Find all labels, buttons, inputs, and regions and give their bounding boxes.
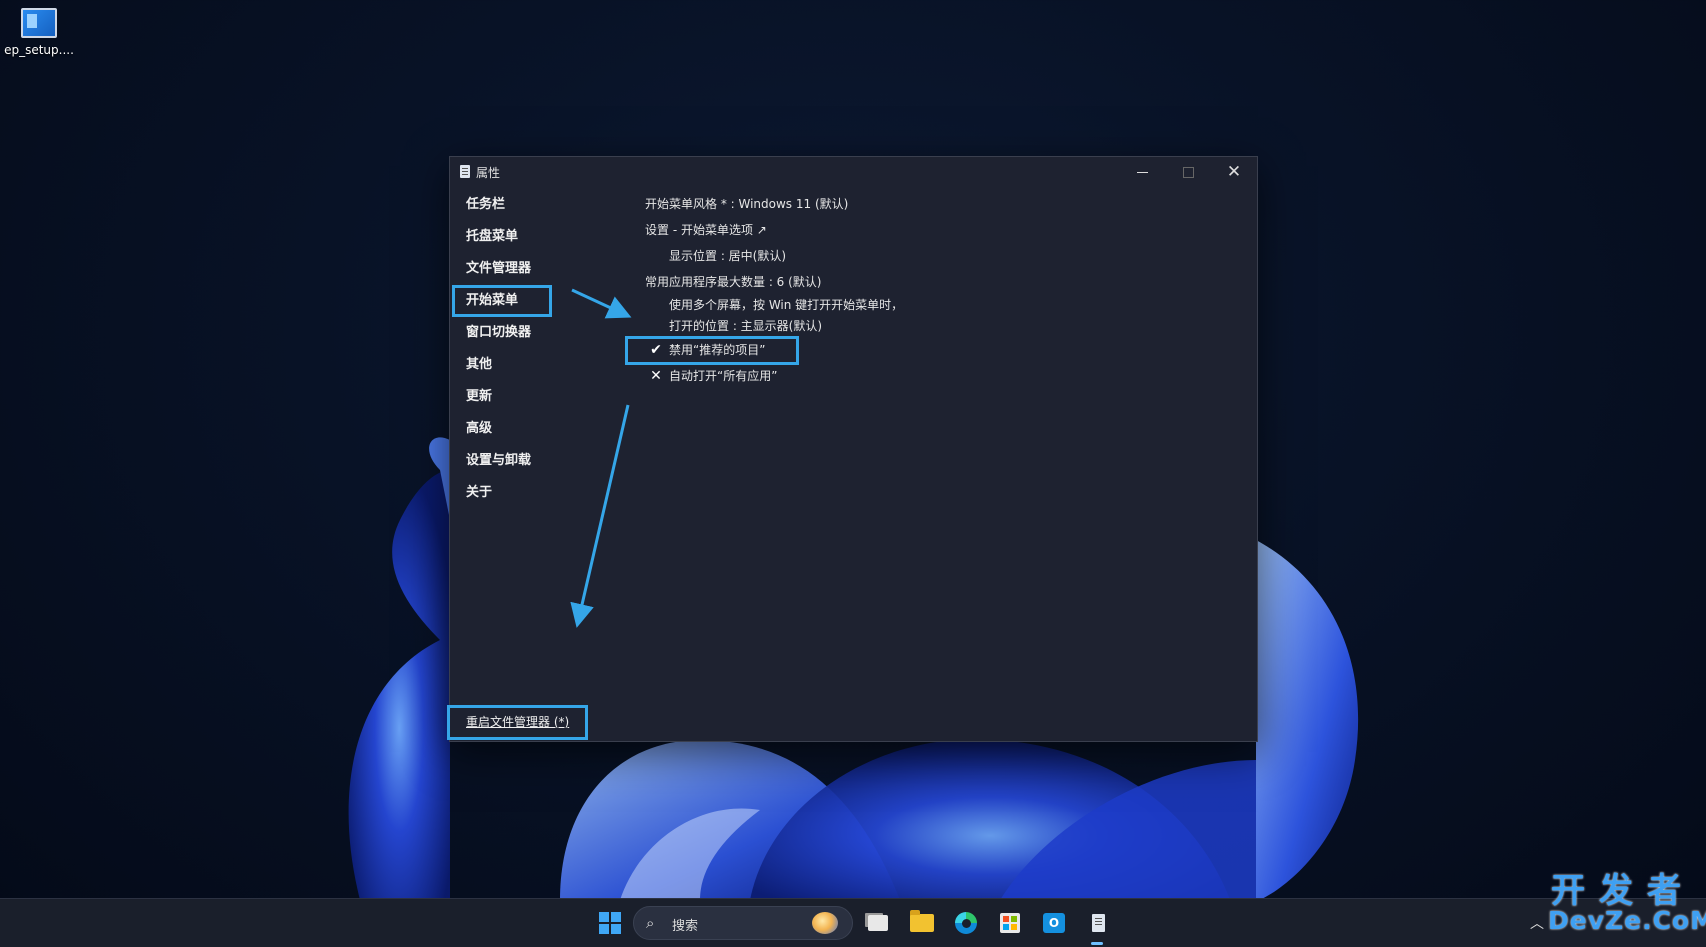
store-icon: [1000, 913, 1020, 933]
multi-monitor-option-line2[interactable]: 打开的位置 : 主显示器(默认): [645, 316, 1247, 337]
restart-file-explorer-link[interactable]: 重启文件管理器 (*): [447, 705, 588, 740]
outlook-button[interactable]: O: [1038, 907, 1070, 939]
sidebar-item-window-switcher[interactable]: 窗口切换器: [450, 317, 640, 349]
search-label: 搜索: [672, 919, 699, 934]
sidebar-item-setup-uninstall[interactable]: 设置与卸载: [450, 445, 640, 477]
start-menu-settings-link[interactable]: 设置 - 开始菜单选项 ↗: [645, 217, 1247, 243]
properties-icon: [1091, 914, 1105, 932]
watermark-cn: 开发者: [1551, 871, 1695, 911]
taskbar-search[interactable]: ⌕ 搜索: [633, 906, 853, 940]
minimize-button[interactable]: [1119, 157, 1165, 187]
cross-icon: ✕: [650, 368, 662, 384]
start-button[interactable]: [594, 907, 626, 939]
sidebar-item-file-explorer[interactable]: 文件管理器: [450, 253, 640, 285]
store-button[interactable]: [994, 907, 1026, 939]
desktop-icon-label: ep_setup....: [4, 43, 74, 57]
desktop-icon-ep-setup[interactable]: ep_setup....: [4, 8, 74, 57]
disable-recommended-checkbox[interactable]: ✔ 禁用“推荐的项目”: [625, 336, 1247, 365]
search-icon: ⌕: [646, 914, 655, 932]
active-app-indicator: [1091, 942, 1103, 945]
installer-file-icon: [21, 8, 57, 38]
outlook-icon: O: [1043, 913, 1065, 933]
multi-monitor-option-line1[interactable]: 使用多个屏幕，按 Win 键打开开始菜单时，: [645, 295, 1247, 316]
display-position-option[interactable]: 显示位置 : 居中(默认): [645, 243, 1247, 269]
taskbar: ⌕ 搜索 O ︿: [0, 898, 1706, 947]
close-icon: ✕: [1226, 161, 1242, 182]
sidebar-item-taskbar[interactable]: 任务栏: [450, 189, 640, 221]
edge-button[interactable]: [950, 907, 982, 939]
maximize-button[interactable]: [1165, 157, 1211, 187]
search-highlight-icon: [812, 912, 838, 934]
sidebar-item-about[interactable]: 关于: [450, 477, 640, 509]
sidebar-item-updates[interactable]: 更新: [450, 381, 640, 413]
settings-content: 开始菜单风格 * : Windows 11 (默认) 设置 - 开始菜单选项 ↗…: [625, 191, 1247, 389]
watermark-en: DevZe.CoM: [1548, 906, 1706, 935]
check-icon: ✔: [650, 342, 662, 358]
task-view-button[interactable]: [862, 907, 894, 939]
folder-icon: [910, 910, 934, 932]
sidebar-nav: 任务栏 托盘菜单 文件管理器 开始菜单 窗口切换器 其他 更新 高级 设置与卸载…: [450, 189, 640, 509]
edge-icon: [955, 912, 977, 934]
sidebar-item-tray-menu[interactable]: 托盘菜单: [450, 221, 640, 253]
sidebar-item-start-menu[interactable]: 开始菜单: [452, 285, 552, 317]
start-menu-style-option[interactable]: 开始菜单风格 * : Windows 11 (默认): [645, 191, 1247, 217]
title-bar[interactable]: 属性 ✕: [450, 157, 1257, 187]
tray-overflow-chevron-icon[interactable]: ︿: [1530, 913, 1544, 933]
properties-taskbar-button[interactable]: [1082, 907, 1114, 939]
windows-logo-icon: [599, 912, 621, 934]
auto-open-all-apps-checkbox[interactable]: ✕ 自动打开“所有应用”: [645, 363, 1247, 389]
maximize-icon: [1182, 166, 1194, 178]
file-explorer-button[interactable]: [906, 907, 938, 939]
window-title: 属性: [476, 166, 501, 180]
properties-app-icon: [460, 165, 470, 178]
minimize-icon: [1136, 171, 1148, 173]
max-frequent-apps-option[interactable]: 常用应用程序最大数量 : 6 (默认): [645, 269, 1247, 295]
sidebar-item-advanced[interactable]: 高级: [450, 413, 640, 445]
close-button[interactable]: ✕: [1211, 157, 1257, 187]
properties-window: 属性 ✕ 任务栏 托盘菜单 文件管理器 开始菜单 窗口切换器 其他 更新 高级 …: [447, 156, 1258, 742]
auto-open-all-apps-label: 自动打开“所有应用”: [669, 369, 778, 383]
sidebar-item-other[interactable]: 其他: [450, 349, 640, 381]
watermark-logo: 开发者 DevZe.CoM: [1548, 871, 1706, 935]
task-view-icon: [868, 915, 888, 931]
